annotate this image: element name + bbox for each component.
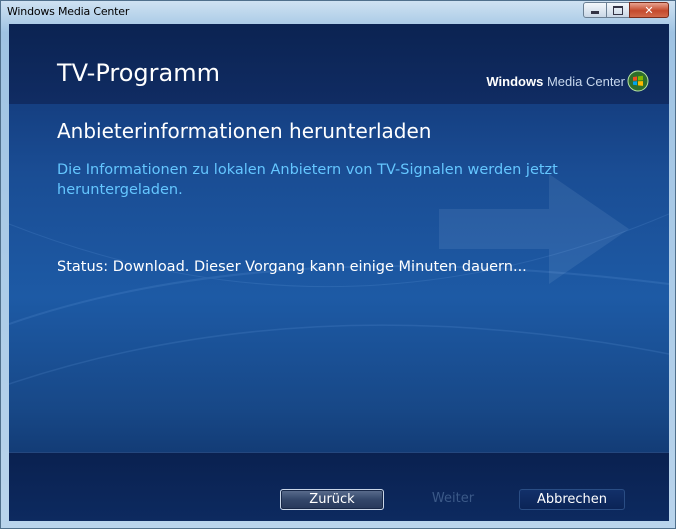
page-title: TV-Programm bbox=[57, 59, 220, 87]
minimize-icon bbox=[591, 11, 599, 14]
media-center-panel: TV-Programm Windows Media Center Anbiete… bbox=[9, 24, 669, 521]
brand-light: Media Center bbox=[546, 73, 625, 89]
maximize-button[interactable] bbox=[606, 2, 630, 18]
title-bar[interactable]: Windows Media Center ✕ bbox=[1, 1, 675, 23]
next-button[interactable]: Weiter bbox=[408, 489, 498, 510]
windows-orb-icon bbox=[627, 70, 649, 92]
app-window: Windows Media Center ✕ TV-Programm Windo… bbox=[0, 0, 676, 529]
back-button[interactable]: Zurück bbox=[280, 489, 384, 510]
close-icon: ✕ bbox=[644, 3, 654, 17]
window-title: Windows Media Center bbox=[7, 5, 130, 18]
brand-bold: Windows bbox=[486, 73, 544, 89]
minimize-button[interactable] bbox=[583, 2, 607, 18]
status-text: Status: Download. Dieser Vorgang kann ei… bbox=[57, 259, 527, 275]
brand-text: Windows Media Center bbox=[486, 74, 625, 89]
description-text: Die Informationen zu lokalen Anbietern v… bbox=[57, 162, 558, 198]
brand-logo: Windows Media Center bbox=[486, 70, 649, 92]
section-heading: Anbieterinformationen herunterladen bbox=[57, 119, 432, 143]
maximize-icon bbox=[613, 5, 623, 15]
window-controls: ✕ bbox=[583, 2, 669, 19]
close-button[interactable]: ✕ bbox=[629, 2, 669, 18]
footer-bar: Zurück Weiter Abbrechen bbox=[9, 452, 669, 521]
cancel-button[interactable]: Abbrechen bbox=[519, 489, 625, 510]
